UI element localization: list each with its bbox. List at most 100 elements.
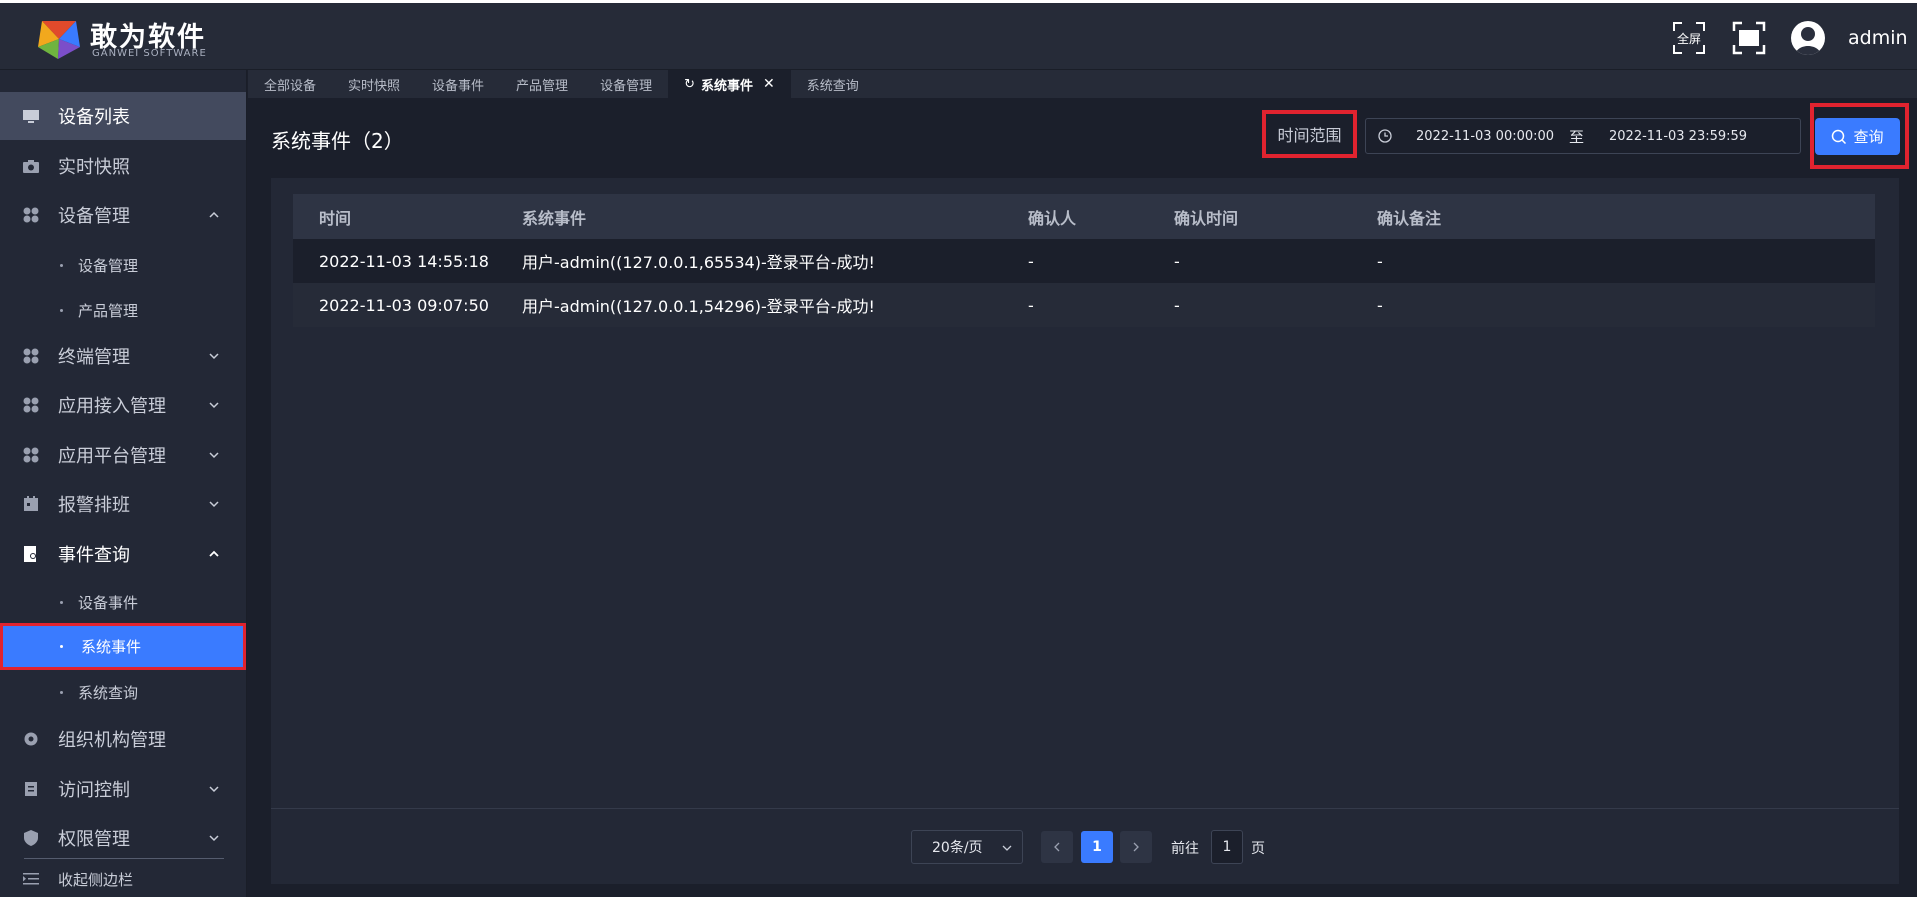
cell-confirm-time: - — [1174, 295, 1180, 315]
sidebar-subitem-device-management[interactable]: 设备管理 — [0, 243, 246, 287]
page-size-value: 20条/页 — [932, 840, 983, 856]
date-range-picker[interactable]: 2022-11-03 00:00:00 至 2022-11-03 23:59:5… — [1365, 118, 1801, 154]
sidebar-item-label: 应用平台管理 — [58, 446, 166, 467]
range-separator: 至 — [1569, 127, 1585, 146]
sidebar-subitem-label: 设备管理 — [78, 256, 139, 275]
time-range-label-highlight: 时间范围 — [1262, 110, 1357, 158]
cell-confirmer: - — [1028, 295, 1034, 315]
sidebar-item-terminal-management[interactable]: 终端管理 — [0, 332, 246, 380]
sidebar: 设备列表 实时快照 设备管理 设备管理 产品管理 终端管理 应用接入管理 应用平… — [0, 70, 247, 897]
sidebar-item-label: 应用接入管理 — [58, 396, 166, 417]
bullet-icon — [60, 600, 63, 604]
screen-mode-button[interactable] — [1732, 21, 1766, 55]
sidebar-item-label: 报警排班 — [58, 495, 130, 516]
sidebar-item-permission-management[interactable]: 权限管理 — [0, 814, 246, 862]
goto-page-input[interactable] — [1211, 830, 1243, 864]
tab-device-management[interactable]: 设备管理 — [584, 70, 668, 98]
monitor-icon — [23, 110, 39, 123]
cell-event: 用户-admin((127.0.0.1,54296)-登录平台-成功! — [522, 297, 875, 316]
tab-label: 全部设备 — [264, 78, 317, 94]
sidebar-item-app-access-management[interactable]: 应用接入管理 — [0, 381, 246, 429]
bullet-icon — [60, 690, 63, 694]
bullet-icon — [60, 308, 63, 312]
goto-suffix: 页 — [1251, 841, 1265, 857]
sidebar-item-event-query[interactable]: 事件查询 — [0, 530, 246, 578]
chevron-down-icon — [209, 786, 219, 793]
screen-icon — [1732, 21, 1766, 55]
chevron-down-icon — [209, 353, 219, 360]
tab-all-devices[interactable]: 全部设备 — [248, 70, 332, 98]
sidebar-subitem-system-query[interactable]: 系统查询 — [0, 670, 246, 714]
tab-label: 设备管理 — [600, 78, 653, 94]
cell-confirmer: - — [1028, 251, 1034, 271]
sidebar-item-label: 终端管理 — [58, 347, 130, 368]
chevron-down-icon — [209, 835, 219, 842]
pager-divider — [271, 808, 1899, 809]
table-row[interactable]: 2022-11-03 09:07:50 用户-admin((127.0.0.1,… — [293, 283, 1875, 327]
range-end-input[interactable]: 2022-11-03 23:59:59 — [1609, 129, 1747, 144]
goto-label: 前往 — [1171, 841, 1199, 857]
sidebar-subitem-product-management[interactable]: 产品管理 — [0, 288, 246, 332]
tab-system-query[interactable]: 系统查询 — [791, 70, 875, 98]
next-page-button[interactable] — [1120, 831, 1152, 863]
column-header-confirm-note: 确认备注 — [1377, 208, 1442, 228]
sidebar-item-label: 设备列表 — [58, 107, 130, 128]
prev-page-button[interactable] — [1041, 831, 1073, 863]
sidebar-item-snapshot[interactable]: 实时快照 — [0, 142, 246, 190]
sidebar-item-access-control[interactable]: 访问控制 — [0, 765, 246, 813]
chevron-down-icon — [1002, 845, 1012, 851]
fullscreen-icon — [1673, 22, 1705, 54]
page-size-select[interactable]: 20条/页 — [911, 830, 1023, 864]
sidebar-item-app-platform-management[interactable]: 应用平台管理 — [0, 431, 246, 479]
refresh-icon[interactable]: ↻ — [684, 77, 695, 92]
tab-device-events[interactable]: 设备事件 — [416, 70, 500, 98]
sidebar-item-label: 访问控制 — [58, 780, 130, 801]
column-header-confirmer: 确认人 — [1028, 208, 1077, 228]
document-icon — [25, 782, 37, 796]
page-number-current[interactable]: 1 — [1081, 831, 1113, 863]
cell-confirm-note: - — [1377, 295, 1383, 315]
collapse-sidebar-label: 收起侧边栏 — [58, 870, 134, 889]
table-row[interactable]: 2022-11-03 14:55:18 用户-admin((127.0.0.1,… — [293, 239, 1875, 283]
username[interactable]: admin — [1848, 27, 1908, 49]
fullscreen-button[interactable]: 全屏 — [1672, 21, 1706, 55]
tab-bar: 全部设备 实时快照 设备事件 产品管理 设备管理 ↻ 系统事件 ✕ 系统查询 — [248, 70, 1917, 98]
chevron-down-icon — [209, 501, 219, 508]
user-icon — [1795, 27, 1821, 55]
tab-label: 系统查询 — [806, 78, 859, 94]
sidebar-item-label: 组织机构管理 — [58, 730, 166, 751]
grid-icon — [23, 447, 39, 463]
sidebar-subitem-label: 系统查询 — [78, 683, 139, 702]
chevron-down-icon — [209, 452, 219, 459]
chevron-up-icon — [209, 211, 219, 218]
table-header: 时间 系统事件 确认人 确认时间 确认备注 — [293, 194, 1875, 239]
close-icon[interactable]: ✕ — [763, 76, 775, 92]
user-avatar[interactable] — [1791, 21, 1825, 55]
sidebar-subitem-label: 系统事件 — [81, 638, 142, 656]
sidebar-item-alarm-schedule[interactable]: 报警排班 — [0, 480, 246, 528]
grid-icon — [23, 397, 39, 413]
sidebar-item-label: 事件查询 — [58, 545, 130, 566]
tab-system-events[interactable]: ↻ 系统事件 ✕ — [668, 70, 791, 98]
tab-product-management[interactable]: 产品管理 — [500, 70, 584, 98]
collapse-sidebar-button[interactable]: 收起侧边栏 — [0, 862, 246, 896]
sidebar-item-device-management[interactable]: 设备管理 — [0, 191, 246, 239]
sidebar-item-device-list[interactable]: 设备列表 — [0, 92, 246, 140]
chevron-left-icon — [1054, 842, 1060, 852]
content-panel: 时间 系统事件 确认人 确认时间 确认备注 2022-11-03 14:55:1… — [271, 178, 1899, 884]
sidebar-subitem-system-events[interactable]: 系统事件 — [0, 623, 246, 670]
gear-icon — [24, 732, 38, 746]
top-header: 敢为软件 GANWEI SOFTWARE 全屏 admin — [0, 0, 1917, 70]
collapse-menu-icon — [23, 873, 39, 885]
tab-snapshot[interactable]: 实时快照 — [332, 70, 416, 98]
chevron-up-icon — [209, 550, 219, 557]
query-button[interactable]: 查询 — [1815, 118, 1900, 155]
bullet-icon — [60, 263, 63, 267]
sidebar-item-label: 设备管理 — [58, 206, 130, 227]
sidebar-item-organization-management[interactable]: 组织机构管理 — [0, 715, 246, 763]
cell-event: 用户-admin((127.0.0.1,65534)-登录平台-成功! — [522, 253, 875, 272]
range-start-input[interactable]: 2022-11-03 00:00:00 — [1416, 129, 1554, 144]
bullet-icon — [60, 645, 63, 648]
clock-icon — [1378, 129, 1392, 143]
sidebar-subitem-device-events[interactable]: 设备事件 — [0, 580, 246, 624]
